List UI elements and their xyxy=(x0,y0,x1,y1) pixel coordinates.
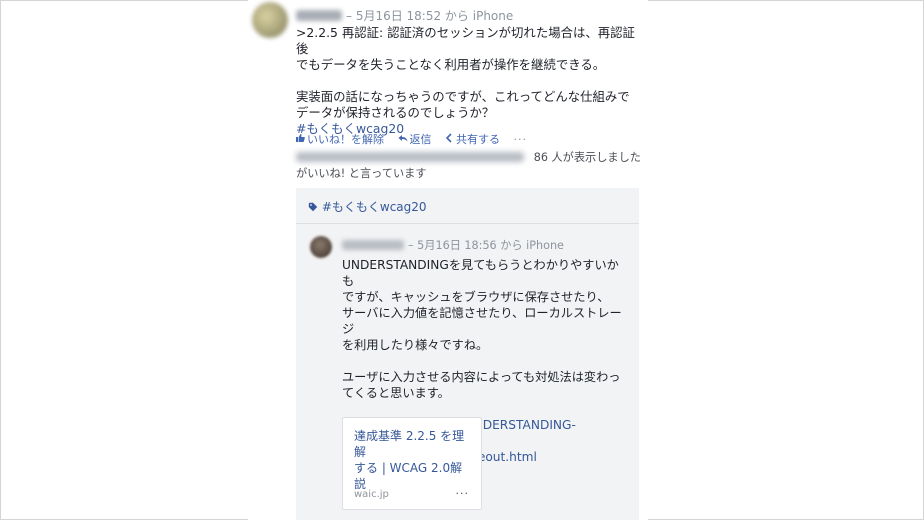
share-label: 共有する xyxy=(456,133,500,146)
comment-line: UNDERSTANDINGを見てもらうとわかりやすいかも xyxy=(342,258,619,288)
more-icon[interactable]: ··· xyxy=(456,487,470,500)
post-line: 実装面の話になっちゃうのですが、これってどんな仕組みで xyxy=(296,89,630,104)
link-preview-title-line: する | WCAG 2.0解説 xyxy=(354,461,463,491)
likes-summary: 86 人が表示しました がいいね! と言っています xyxy=(296,150,641,182)
likes-tail-text: がいいね! と言っています xyxy=(296,167,427,180)
author-avatar[interactable] xyxy=(252,2,288,38)
reply-icon xyxy=(398,133,408,146)
link-preview-card[interactable]: 達成基準 2.2.5 を理解 する | WCAG 2.0解説 waic.jp ·… xyxy=(342,417,482,510)
likers-names-blurred[interactable] xyxy=(296,152,524,162)
post-timestamp[interactable]: – 5月16日 18:52 から iPhone xyxy=(346,9,513,23)
share-icon xyxy=(445,133,454,146)
thumbs-up-icon xyxy=(295,133,305,146)
unlike-label: いいね！を解除 xyxy=(307,133,384,146)
post-body: >2.2.5 再認証: 認証済のセッションが切れた場合は、再認証後 でもデータを… xyxy=(296,25,636,137)
link-preview-title[interactable]: 達成基準 2.2.5 を理解 する | WCAG 2.0解説 xyxy=(354,428,474,492)
comment-divider xyxy=(296,223,639,224)
post-actions: いいね！を解除 返信 共有する ··· xyxy=(295,131,537,147)
seen-count[interactable]: 86 人が表示しました xyxy=(534,150,641,166)
comment-line: ユーザに入力させる内容によっても対処法は変わっ xyxy=(342,370,621,384)
tag-icon xyxy=(308,200,322,214)
comment-line: を利用したり様々ですね。 xyxy=(342,338,489,352)
link-preview-title-line: 達成基準 2.2.5 を理解 xyxy=(354,429,465,459)
comment-hashtag-link[interactable]: #もくもくwcag20 xyxy=(322,200,427,214)
post-line: >2.2.5 再認証: 認証済のセッションが切れた場合は、再認証後 xyxy=(296,25,635,56)
reply-label: 返信 xyxy=(409,133,432,146)
post-line: データが保持されるのでしょうか？ xyxy=(296,105,495,120)
more-icon[interactable]: ··· xyxy=(514,133,528,146)
comment-timestamp[interactable]: – 5月16日 18:56 から iPhone xyxy=(408,239,564,252)
post-meta: – 5月16日 18:52 から iPhone xyxy=(296,7,513,24)
author-name-blurred[interactable] xyxy=(296,10,342,21)
comment-line: サーバに入力値を記憶させたり、ローカルストレージ xyxy=(342,306,622,336)
link-preview-domain: waic.jp xyxy=(354,489,389,500)
unlike-button[interactable]: いいね！を解除 xyxy=(295,131,384,147)
comment-line: ですが、キャッシュをブラウザに保存させたり、 xyxy=(342,290,610,304)
reply-button[interactable]: 返信 xyxy=(398,131,432,147)
commenter-avatar[interactable] xyxy=(310,236,332,258)
comment-line: てくると思います。 xyxy=(342,386,450,400)
commenter-name-blurred[interactable] xyxy=(342,240,404,250)
share-button[interactable]: 共有する xyxy=(445,131,500,147)
comment-meta: – 5月16日 18:56 から iPhone xyxy=(342,237,564,253)
comment-tag-row: #もくもくwcag20 xyxy=(308,198,427,215)
post-line: でもデータを失うことなく利用者が操作を継続できる。 xyxy=(296,57,606,72)
